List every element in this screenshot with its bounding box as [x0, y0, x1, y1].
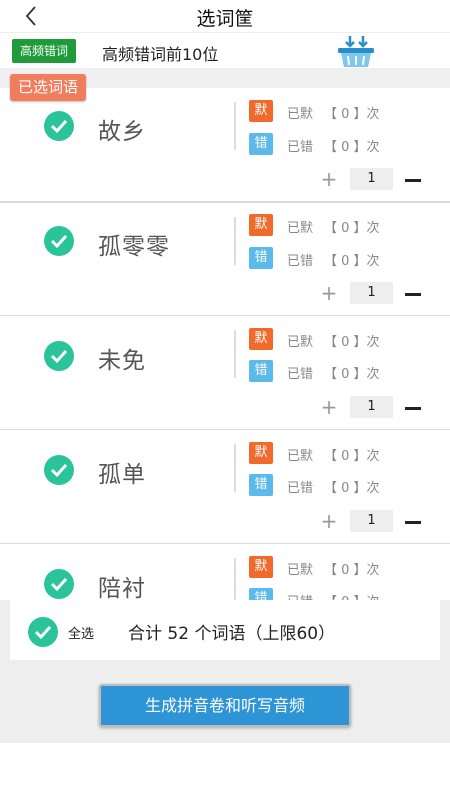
error-badge: 错	[249, 360, 273, 382]
quantity-value[interactable]: 1	[350, 168, 393, 190]
word-item: 陪衬 默 已默 【 0 】次 错 已错 【 0 】次	[0, 544, 450, 600]
dictated-count: 【 0 】次	[324, 335, 380, 350]
word-item: 未免 默 已默 【 0 】次 错 已错 【 0 】次 + 1	[0, 316, 450, 430]
word-list: 故乡 默 已默 【 0 】次 错 已错 【 0 】次 + 1 孤零零 默 已默 …	[0, 88, 450, 600]
word-text: 未免	[98, 348, 146, 374]
divider	[234, 330, 236, 378]
word-text: 陪衬	[98, 576, 146, 600]
increase-button[interactable]: +	[318, 282, 340, 304]
word-text: 故乡	[98, 119, 146, 145]
select-all-checkbox[interactable]	[28, 617, 58, 647]
error-badge: 错	[249, 247, 273, 269]
word-item: 孤单 默 已默 【 0 】次 错 已错 【 0 】次 + 1	[0, 430, 450, 544]
error-count: 【 0 】次	[324, 367, 380, 382]
high-frequency-error-tag[interactable]: 高频错词	[12, 39, 77, 63]
word-checkbox[interactable]	[44, 111, 74, 141]
word-checkbox[interactable]	[44, 569, 74, 599]
dictated-badge: 默	[249, 328, 273, 350]
top-bar: 选词筐	[0, 0, 450, 32]
minus-icon[interactable]	[405, 293, 421, 296]
select-all-label[interactable]: 全选	[68, 623, 94, 642]
checkmark-icon	[34, 625, 52, 640]
dictated-badge: 默	[249, 556, 273, 578]
error-label: 已错	[287, 140, 314, 155]
minus-icon[interactable]	[405, 407, 421, 410]
dictated-badge: 默	[249, 214, 273, 236]
checkmark-icon	[50, 234, 68, 249]
increase-button[interactable]: +	[318, 168, 340, 190]
dictated-count: 【 0 】次	[324, 221, 380, 236]
error-label: 已错	[287, 367, 314, 382]
filter-bar: 高频错词 高频错词前10位	[0, 32, 450, 68]
page-title: 选词筐	[196, 8, 254, 30]
basket-button[interactable]	[336, 35, 376, 69]
dictated-badge: 默	[249, 442, 273, 464]
error-label: 已错	[287, 591, 313, 600]
word-checkbox[interactable]	[44, 341, 74, 371]
dictated-label: 已默	[287, 449, 314, 464]
divider	[234, 102, 236, 150]
divider	[234, 558, 236, 600]
quantity-value[interactable]: 1	[350, 396, 393, 418]
increase-button[interactable]: +	[318, 510, 340, 532]
quantity-value[interactable]: 1	[350, 510, 393, 532]
checkmark-icon	[50, 577, 68, 592]
error-badge: 错	[249, 474, 273, 496]
generate-button[interactable]: 生成拼音卷和听写音频	[99, 684, 351, 727]
error-count: 【 0 】次	[324, 591, 380, 600]
error-label: 已错	[287, 481, 314, 496]
checkmark-icon	[50, 349, 68, 364]
total-count-text: 合计 52 个词语（上限60）	[128, 624, 336, 644]
word-item: 孤零零 默 已默 【 0 】次 错 已错 【 0 】次 + 1	[0, 202, 450, 316]
selected-words-tag: 已选词语	[10, 74, 87, 101]
dictated-count: 【 0 】次	[324, 107, 380, 122]
error-badge: 错	[249, 133, 273, 155]
quantity-value[interactable]: 1	[350, 282, 393, 304]
dictated-count: 【 0 】次	[324, 563, 380, 578]
filter-text: 高频错词前10位	[102, 45, 219, 64]
divider	[234, 444, 236, 492]
checkmark-icon	[50, 119, 68, 134]
basket-download-icon	[338, 36, 374, 67]
dictated-label: 已默	[287, 107, 314, 122]
dictated-label: 已默	[287, 335, 314, 350]
dictated-label: 已默	[287, 221, 314, 236]
error-count: 【 0 】次	[324, 254, 380, 269]
word-text: 孤零零	[98, 234, 170, 260]
error-label: 已错	[287, 254, 314, 269]
dictated-count: 【 0 】次	[324, 449, 380, 464]
word-item: 故乡 默 已默 【 0 】次 错 已错 【 0 】次 + 1	[0, 88, 450, 202]
dictated-label: 已默	[287, 563, 314, 578]
divider	[234, 217, 236, 265]
dictated-badge: 默	[249, 100, 273, 122]
minus-icon[interactable]	[405, 179, 421, 182]
minus-icon[interactable]	[405, 521, 421, 524]
word-text: 孤单	[98, 462, 146, 488]
error-badge: 错	[249, 588, 273, 600]
error-count: 【 0 】次	[324, 140, 380, 155]
increase-button[interactable]: +	[318, 396, 340, 418]
word-checkbox[interactable]	[44, 455, 74, 485]
word-checkbox[interactable]	[44, 226, 74, 256]
checkmark-icon	[50, 463, 68, 478]
error-count: 【 0 】次	[324, 481, 380, 496]
